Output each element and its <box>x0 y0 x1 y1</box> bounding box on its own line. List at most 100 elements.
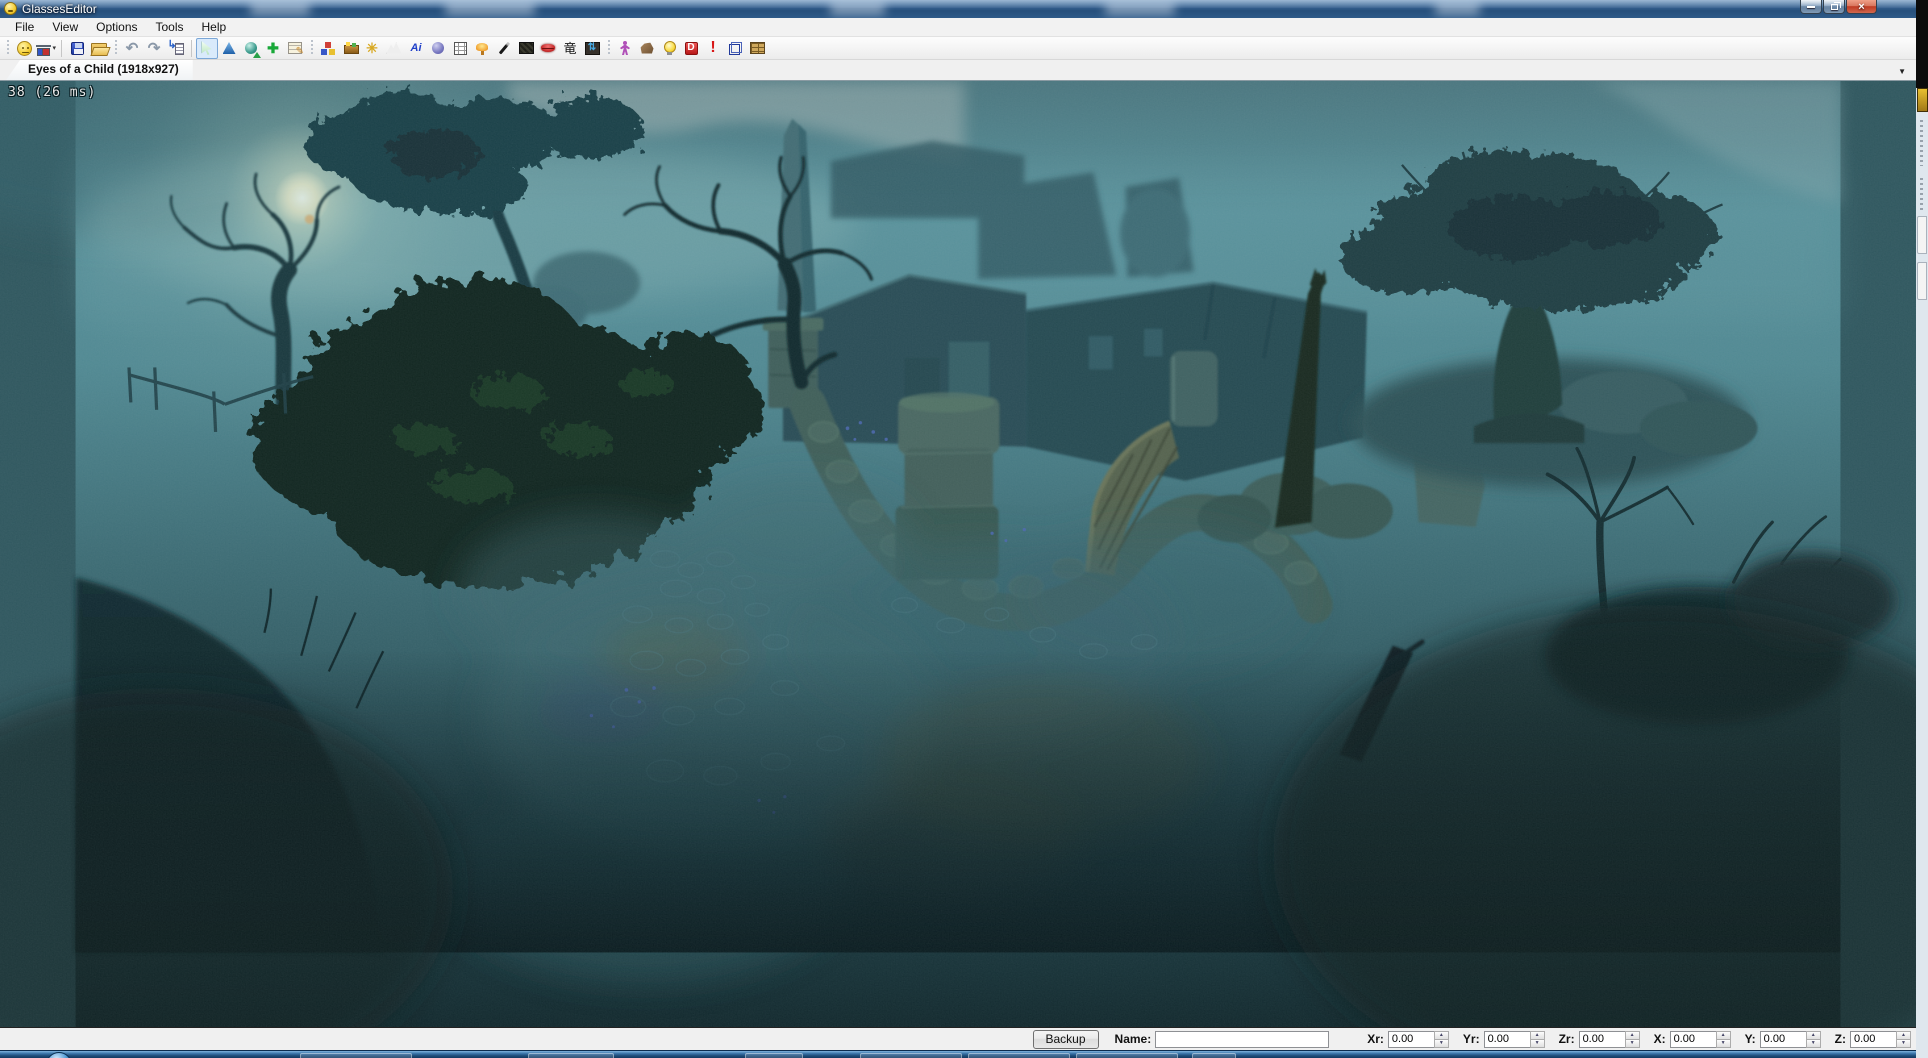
name-input[interactable] <box>1155 1031 1329 1048</box>
toolbar-button-lamp-glow[interactable] <box>471 38 493 59</box>
taskbar-button[interactable] <box>745 1053 803 1058</box>
tab-eyes-of-a-child[interactable]: Eyes of a Child (1918x927) <box>6 60 193 80</box>
backup-button[interactable]: Backup <box>1033 1030 1099 1049</box>
restore-button[interactable] <box>1823 0 1845 14</box>
aero-reflection <box>250 2 310 15</box>
spinner-yr: ▲▼ <box>1530 1031 1545 1048</box>
toolbar-button-gear-flower[interactable]: ✳ <box>361 38 383 59</box>
toolbar-button-cubes[interactable] <box>317 38 339 59</box>
toolbar-button-bricks[interactable] <box>746 38 768 59</box>
spinner-down-icon[interactable]: ▼ <box>1806 1039 1821 1048</box>
name-label: Name: <box>1115 1032 1152 1046</box>
menu-tools[interactable]: Tools <box>147 18 193 36</box>
toolbar-button-select-cursor[interactable] <box>196 38 218 59</box>
spinner-up-icon[interactable]: ▲ <box>1806 1031 1821 1039</box>
coord-input-zr[interactable] <box>1579 1031 1625 1048</box>
toolbar-button-wire-cube[interactable] <box>724 38 746 59</box>
restore-icon <box>1831 4 1838 10</box>
toolbar-button-terrain-arrows[interactable]: ⇅ <box>581 38 603 59</box>
toolbar-button-rock[interactable] <box>636 38 658 59</box>
coordinate-fields: Xr:▲▼Yr:▲▼Zr:▲▼X:▲▼Y:▲▼Z:▲▼ <box>1353 1031 1911 1048</box>
toolbar-button-add-plus[interactable]: ✚ <box>262 38 284 59</box>
spinner-up-icon[interactable]: ▲ <box>1434 1031 1449 1039</box>
toolbar-button-person[interactable] <box>614 38 636 59</box>
toolbar-button-cone[interactable] <box>218 38 240 59</box>
spinner-z: ▲▼ <box>1896 1031 1911 1048</box>
dropdown-caret-icon[interactable]: ▾ <box>52 44 56 52</box>
taskbar-button[interactable] <box>1076 1053 1178 1058</box>
taskbar-button[interactable] <box>300 1053 412 1058</box>
coord-input-z[interactable] <box>1850 1031 1896 1048</box>
spinner-down-icon[interactable]: ▼ <box>1896 1039 1911 1048</box>
toolbar-button-save[interactable] <box>66 38 88 59</box>
menu-help[interactable]: Help <box>193 18 236 36</box>
spinner-down-icon[interactable]: ▼ <box>1716 1039 1731 1048</box>
toolbar-button-brush-pen[interactable] <box>493 38 515 59</box>
toolbar-button-lips[interactable] <box>537 38 559 59</box>
spinner-down-icon[interactable]: ▼ <box>1434 1039 1449 1048</box>
toolbar-button-mountains[interactable] <box>383 38 405 59</box>
spinner-up-icon[interactable]: ▲ <box>1625 1031 1640 1039</box>
coord-input-yr[interactable] <box>1484 1031 1530 1048</box>
toolbar-grip[interactable] <box>606 40 611 56</box>
coord-input-x[interactable] <box>1670 1031 1716 1048</box>
menu-view[interactable]: View <box>43 18 87 36</box>
cubes-icon <box>321 41 336 55</box>
mountains-icon <box>386 40 403 57</box>
toolbar-grip[interactable] <box>113 40 118 56</box>
taskbar-button[interactable] <box>968 1053 1070 1058</box>
spinner-down-icon[interactable]: ▼ <box>1625 1039 1640 1048</box>
toolbar-button-goto-list[interactable] <box>165 38 187 59</box>
coord-input-xr[interactable] <box>1388 1031 1434 1048</box>
spinner-up-icon[interactable]: ▲ <box>1530 1031 1545 1039</box>
coord-input-y[interactable] <box>1760 1031 1806 1048</box>
spinner-up-icon[interactable]: ▲ <box>1716 1031 1731 1039</box>
toolbar-button-bulb[interactable] <box>658 38 680 59</box>
exclaim-icon: ! <box>705 40 722 57</box>
minimize-button[interactable] <box>1800 0 1822 14</box>
title-bar[interactable]: GlassesEditor × <box>0 0 1916 18</box>
toolbar-button-sphere-move[interactable] <box>240 38 262 59</box>
toolbar-grip[interactable] <box>5 40 10 56</box>
toolbar-button-grid-card[interactable] <box>449 38 471 59</box>
windows-start-orb-icon[interactable] <box>46 1052 72 1058</box>
glasses-editor-window: GlassesEditor × FileViewOptionsToolsHelp… <box>0 0 1916 1058</box>
toolbar-button-ai[interactable]: Ai <box>405 38 427 59</box>
spinner-xr: ▲▼ <box>1434 1031 1449 1048</box>
app-icon <box>4 2 17 15</box>
bulb-icon <box>663 41 675 55</box>
taskbar-button[interactable] <box>528 1053 614 1058</box>
toolbar-button-exclaim[interactable]: ! <box>702 38 724 59</box>
toolbar-button-properties-form[interactable] <box>284 38 306 59</box>
toolbar-button-orb[interactable] <box>427 38 449 59</box>
toolbar-button-redo[interactable]: ↷ <box>143 38 165 59</box>
spinner-up-icon[interactable]: ▲ <box>1896 1031 1911 1039</box>
toolbar-button-open-folder[interactable] <box>88 38 110 59</box>
toolbar-button-dragon-kanji[interactable]: 竜 <box>559 38 581 59</box>
menu-options[interactable]: Options <box>87 18 146 36</box>
background-window-icon <box>1917 88 1928 112</box>
tab-list-dropdown-icon[interactable]: ▼ <box>1898 67 1906 76</box>
background-window-edge[interactable] <box>1916 0 1928 1058</box>
taskbar-button[interactable] <box>860 1053 962 1058</box>
viewport-3d[interactable]: 38 (26 ms) <box>0 81 1916 1027</box>
spinner-down-icon[interactable]: ▼ <box>1530 1039 1545 1048</box>
close-button[interactable]: × <box>1846 0 1877 14</box>
toolbar-button-texture-patch[interactable] <box>515 38 537 59</box>
background-window-dark-area <box>1916 0 1928 88</box>
taskbar-button[interactable] <box>1192 1053 1236 1058</box>
menu-file[interactable]: File <box>6 18 43 36</box>
aero-reflection <box>830 2 885 15</box>
windows-taskbar[interactable] <box>0 1050 1916 1058</box>
toolbar-button-glasses-3d[interactable]: ▾ <box>35 38 57 59</box>
toolbar-button-doc-d[interactable]: D <box>680 38 702 59</box>
scene-render <box>0 81 1916 1027</box>
coord-label-y: Y: <box>1745 1032 1756 1046</box>
sphere-move-icon <box>243 40 260 57</box>
toolbar-grip[interactable] <box>309 40 314 56</box>
coord-group-x: X:▲▼ <box>1654 1031 1731 1048</box>
toolbar-button-smiley[interactable] <box>13 38 35 59</box>
toolbar-button-undo[interactable]: ↶ <box>121 38 143 59</box>
toolbar-button-item-box[interactable] <box>339 38 361 59</box>
glasses-3d-icon <box>36 45 51 55</box>
